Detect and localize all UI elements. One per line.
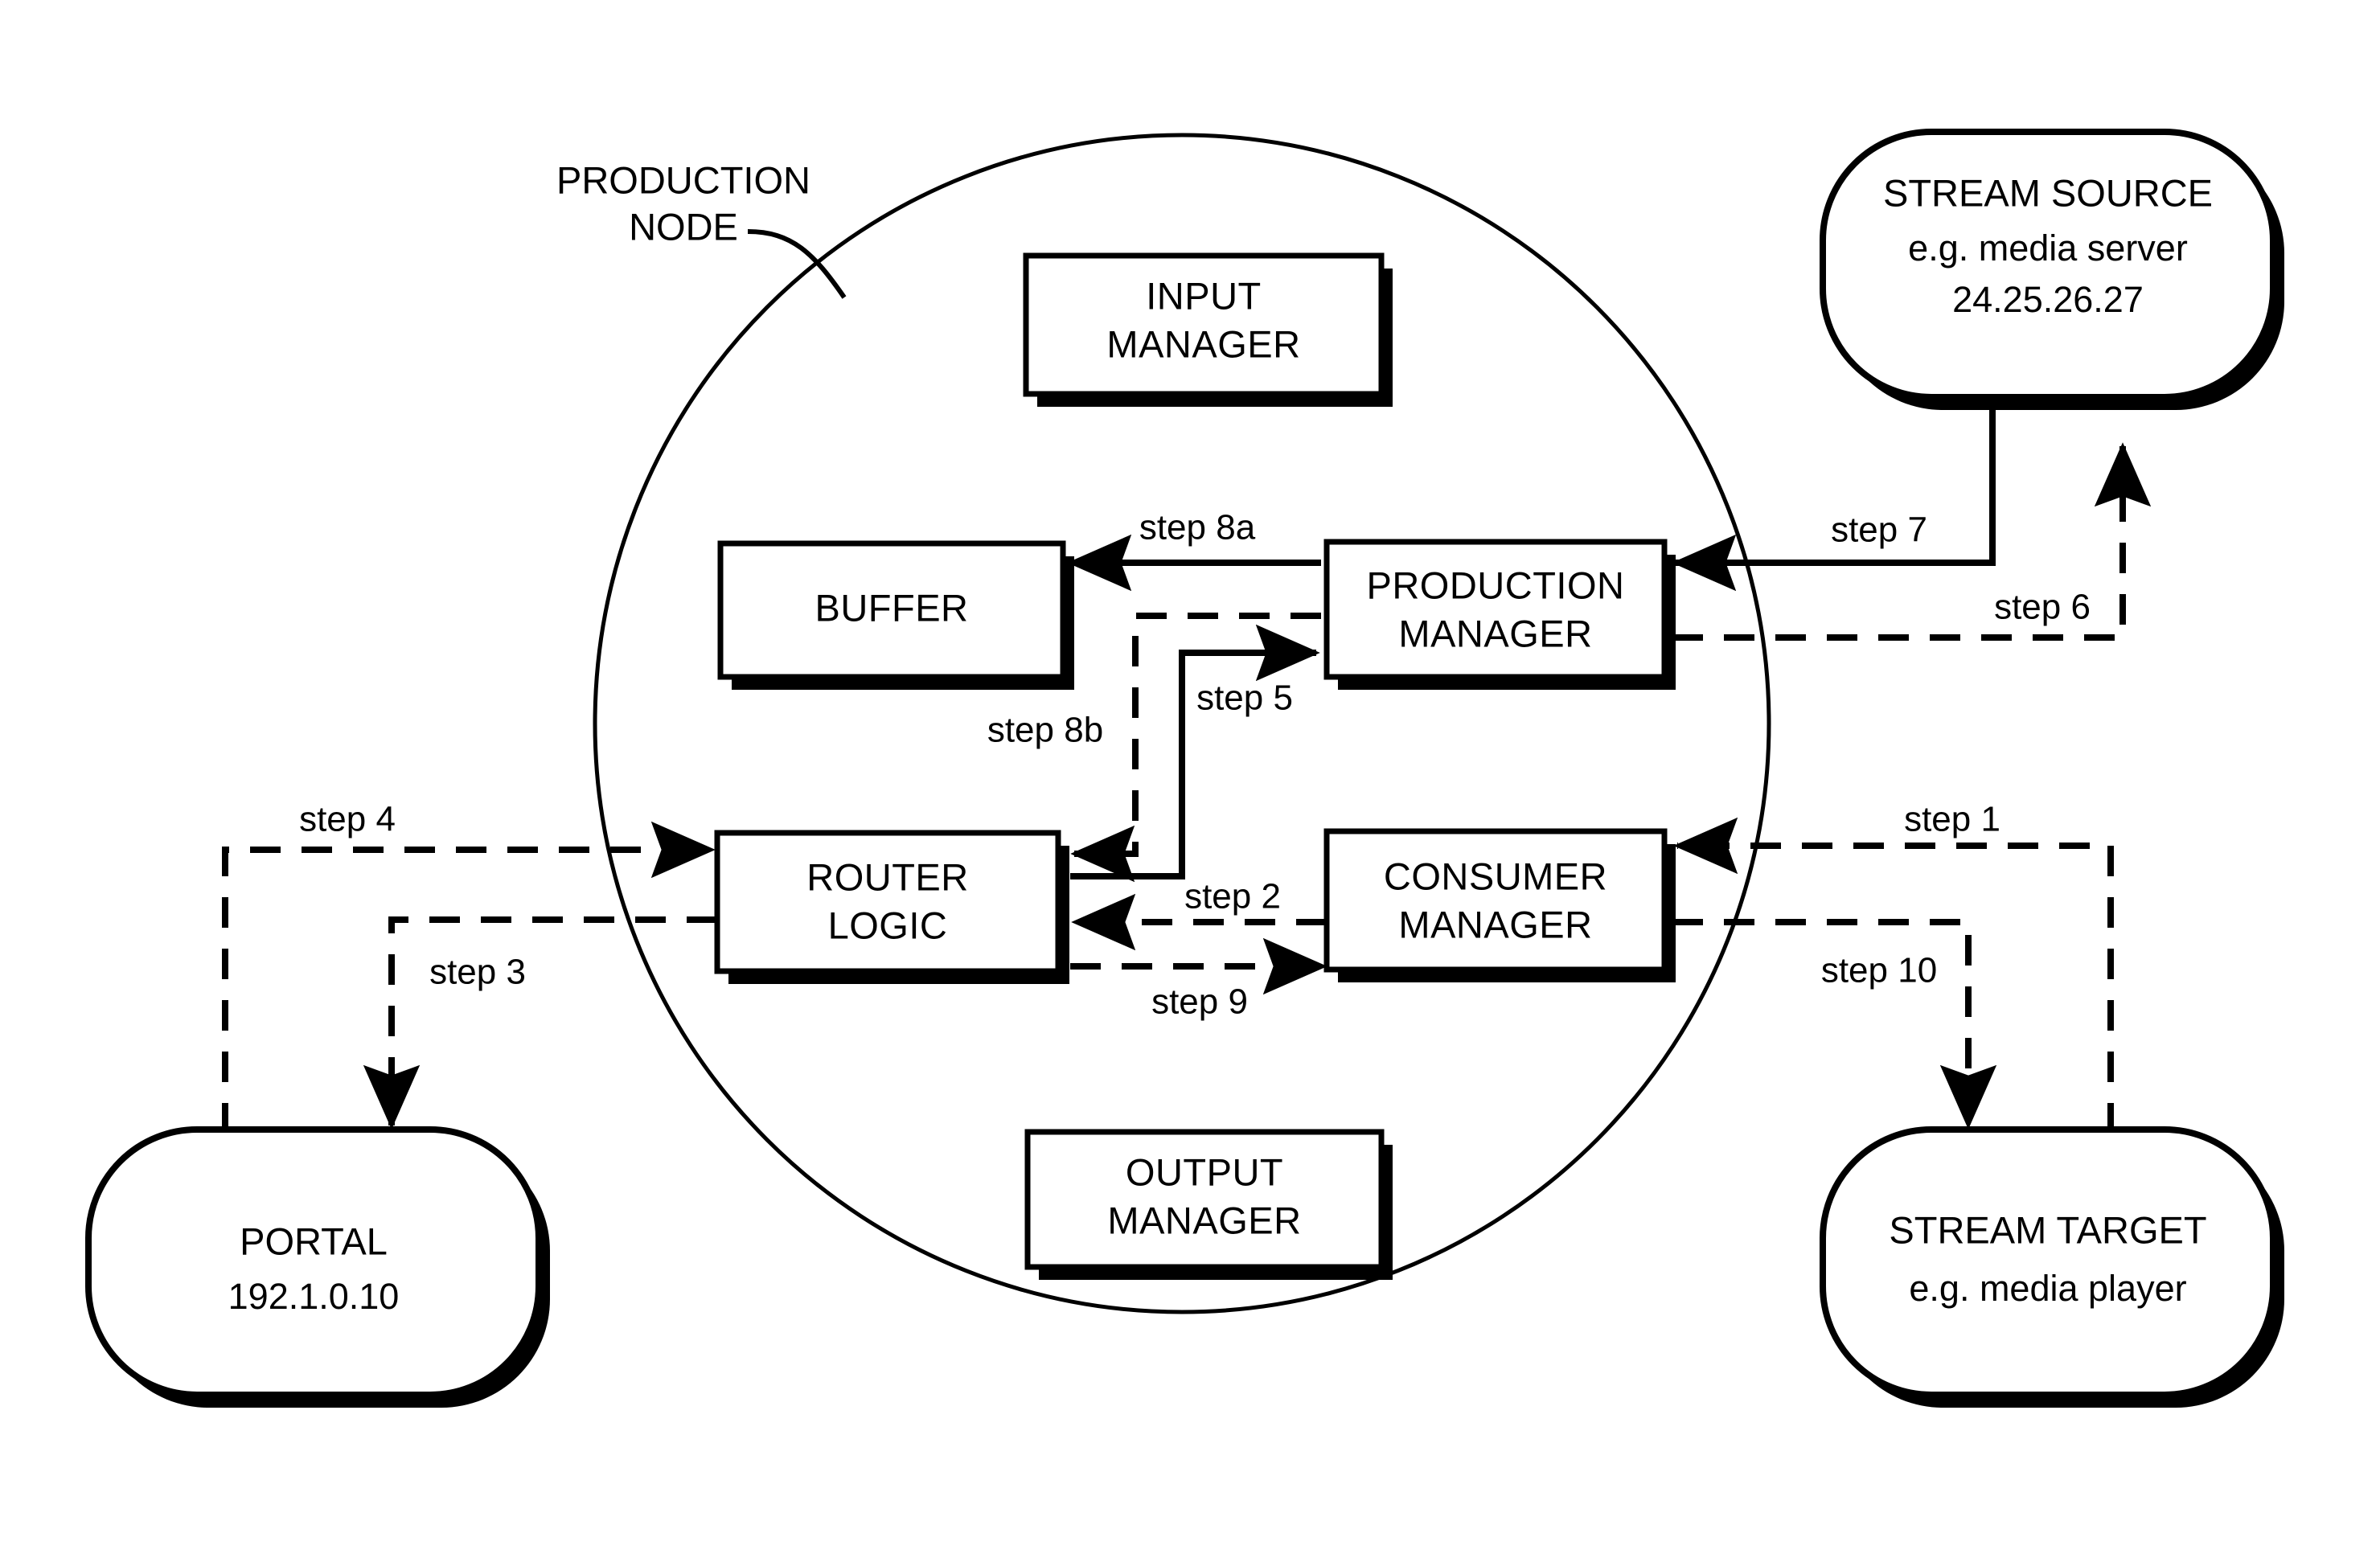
node-stream-target-line2: e.g. media player xyxy=(1909,1268,2186,1309)
label-step-8a: step 8a xyxy=(1139,508,1256,547)
production-node-diagram: PRODUCTION NODE INPUT MANAGER BUFFER PRO xyxy=(85,129,2284,1408)
label-step-4: step 4 xyxy=(299,800,396,839)
box-output-manager-line1: OUTPUT xyxy=(1126,1150,1283,1193)
label-step-2: step 2 xyxy=(1184,877,1281,916)
box-input-manager[interactable]: INPUT MANAGER xyxy=(1023,252,1393,407)
box-router-logic-line2: LOGIC xyxy=(828,904,948,946)
label-step-10: step 10 xyxy=(1821,951,1937,990)
box-consumer-manager-line2: MANAGER xyxy=(1398,903,1592,945)
node-portal-line2: 192.1.0.10 xyxy=(228,1276,400,1317)
label-step-5: step 5 xyxy=(1196,679,1293,718)
box-production-manager-line1: PRODUCTION xyxy=(1367,564,1625,606)
node-stream-target[interactable]: STREAM TARGET e.g. media player xyxy=(1820,1126,2284,1408)
node-stream-target-line1: STREAM TARGET xyxy=(1889,1208,2206,1251)
node-stream-source-line1: STREAM SOURCE xyxy=(1883,171,2213,214)
box-buffer[interactable]: BUFFER xyxy=(717,540,1074,690)
box-input-manager-line1: INPUT xyxy=(1146,274,1262,317)
production-node-label-line2: NODE xyxy=(629,205,738,248)
label-step-9: step 9 xyxy=(1151,982,1248,1022)
box-consumer-manager[interactable]: CONSUMER MANAGER xyxy=(1323,828,1676,982)
label-step-8b: step 8b xyxy=(987,711,1103,750)
box-consumer-manager-line1: CONSUMER xyxy=(1384,855,1607,897)
box-buffer-line1: BUFFER xyxy=(815,586,969,629)
connector-step-3 xyxy=(363,916,717,1130)
box-production-manager[interactable]: PRODUCTION MANAGER xyxy=(1323,539,1676,690)
node-stream-source-line2: e.g. media server xyxy=(1908,228,2188,269)
label-step-7: step 7 xyxy=(1831,510,1927,550)
box-output-manager[interactable]: OUTPUT MANAGER xyxy=(1024,1129,1393,1280)
label-step-1: step 1 xyxy=(1904,800,2000,839)
production-node-leader-line xyxy=(747,229,847,299)
node-stream-source-line3: 24.25.26.27 xyxy=(1952,279,2144,320)
box-router-logic[interactable]: ROUTER LOGIC xyxy=(714,830,1069,984)
diagram-canvas: PRODUCTION NODE INPUT MANAGER BUFFER PRO xyxy=(0,0,2380,1558)
box-router-logic-line1: ROUTER xyxy=(806,855,968,898)
production-node-label-line1: PRODUCTION xyxy=(556,158,810,201)
label-step-3: step 3 xyxy=(429,953,526,992)
box-output-manager-line2: MANAGER xyxy=(1107,1199,1301,1241)
box-input-manager-line2: MANAGER xyxy=(1106,322,1300,365)
box-production-manager-line2: MANAGER xyxy=(1398,612,1592,654)
node-stream-source[interactable]: STREAM SOURCE e.g. media server 24.25.26… xyxy=(1820,129,2284,410)
label-step-6: step 6 xyxy=(1994,588,2091,627)
node-portal-line1: PORTAL xyxy=(240,1220,388,1262)
node-portal[interactable]: PORTAL 192.1.0.10 xyxy=(85,1126,550,1408)
